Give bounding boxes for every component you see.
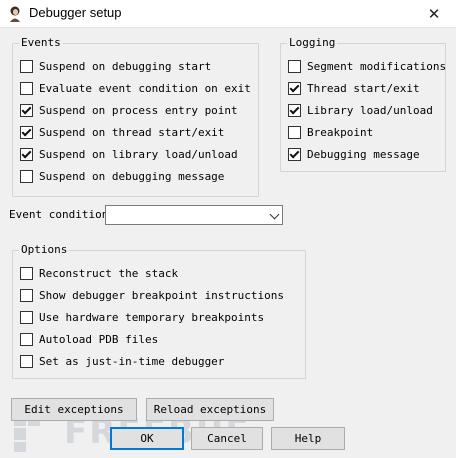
events-group: Events Suspend on debugging start Evalua… (12, 36, 259, 197)
checkbox-box[interactable] (20, 126, 33, 139)
checkbox-label: Breakpoint (307, 126, 374, 139)
checkbox-show-bpt-instructions[interactable]: Show debugger breakpoint instructions (20, 289, 284, 302)
checkbox-box[interactable] (288, 148, 301, 161)
checkbox-segment-modifications[interactable]: Segment modifications (288, 60, 446, 73)
checkbox-box[interactable] (20, 82, 33, 95)
reload-exceptions-button[interactable]: Reload exceptions (146, 398, 274, 421)
options-legend: Options (19, 243, 70, 256)
checkbox-label: Thread start/exit (307, 82, 420, 95)
options-group: Options Reconstruct the stack Show debug… (12, 243, 306, 379)
checkbox-suspend-on-entry-point[interactable]: Suspend on process entry point (20, 104, 238, 117)
checkbox-box[interactable] (288, 126, 301, 139)
ok-button[interactable]: OK (110, 427, 184, 450)
checkbox-hardware-temp-bpts[interactable]: Use hardware temporary breakpoints (20, 311, 264, 324)
checkbox-autoload-pdb[interactable]: Autoload PDB files (20, 333, 158, 346)
checkbox-log-debug-message[interactable]: Debugging message (288, 148, 420, 161)
checkbox-suspend-on-debug-message[interactable]: Suspend on debugging message (20, 170, 224, 183)
close-icon[interactable]: ✕ (412, 0, 456, 27)
checkbox-label: Show debugger breakpoint instructions (39, 289, 285, 302)
checkbox-label: Segment modifications (307, 60, 447, 73)
checkbox-evaluate-event-condition[interactable]: Evaluate event condition on exit (20, 82, 251, 95)
checkbox-label: Suspend on thread start/exit (39, 126, 225, 139)
checkbox-reconstruct-stack[interactable]: Reconstruct the stack (20, 267, 178, 280)
checkbox-label: Debugging message (307, 148, 420, 161)
cancel-button[interactable]: Cancel (191, 427, 263, 450)
checkbox-label: Suspend on process entry point (39, 104, 238, 117)
checkbox-box[interactable] (288, 104, 301, 117)
checkbox-log-thread[interactable]: Thread start/exit (288, 82, 420, 95)
checkbox-label: Suspend on debugging message (39, 170, 225, 183)
checkbox-suspend-on-debugging-start[interactable]: Suspend on debugging start (20, 60, 211, 73)
checkbox-label: Library load/unload (307, 104, 433, 117)
checkbox-box[interactable] (20, 311, 33, 324)
checkbox-log-breakpoint[interactable]: Breakpoint (288, 126, 373, 139)
checkbox-box[interactable] (20, 148, 33, 161)
events-legend: Events (19, 36, 63, 49)
checkbox-suspend-on-thread[interactable]: Suspend on thread start/exit (20, 126, 224, 139)
app-icon (10, 6, 20, 22)
event-condition-label: Event condition (9, 208, 109, 221)
checkbox-box[interactable] (20, 60, 33, 73)
checkbox-box[interactable] (20, 104, 33, 117)
checkbox-jit-debugger[interactable]: Set as just-in-time debugger (20, 355, 224, 368)
logging-legend: Logging (287, 36, 338, 49)
edit-exceptions-button[interactable]: Edit exceptions (11, 398, 137, 421)
checkbox-box[interactable] (288, 60, 301, 73)
event-condition-select[interactable] (105, 205, 283, 225)
checkbox-box[interactable] (20, 289, 33, 302)
checkbox-box[interactable] (288, 82, 301, 95)
checkbox-box[interactable] (20, 355, 33, 368)
help-button[interactable]: Help (271, 427, 345, 450)
checkbox-label: Suspend on library load/unload (39, 148, 238, 161)
chevron-down-icon[interactable] (269, 209, 280, 220)
checkbox-label: Evaluate event condition on exit (39, 82, 251, 95)
checkbox-box[interactable] (20, 267, 33, 280)
checkbox-label: Reconstruct the stack (39, 267, 179, 280)
checkbox-log-library[interactable]: Library load/unload (288, 104, 433, 117)
window-title: Debugger setup (29, 5, 122, 20)
checkbox-box[interactable] (20, 170, 33, 183)
title-bar: Debugger setup ✕ (0, 0, 456, 28)
checkbox-box[interactable] (20, 333, 33, 346)
checkbox-label: Autoload PDB files (39, 333, 159, 346)
checkbox-suspend-on-library[interactable]: Suspend on library load/unload (20, 148, 238, 161)
checkbox-label: Use hardware temporary breakpoints (39, 311, 265, 324)
checkbox-label: Suspend on debugging start (39, 60, 212, 73)
checkbox-label: Set as just-in-time debugger (39, 355, 225, 368)
logging-group: Logging Segment modifications Thread sta… (280, 36, 446, 172)
